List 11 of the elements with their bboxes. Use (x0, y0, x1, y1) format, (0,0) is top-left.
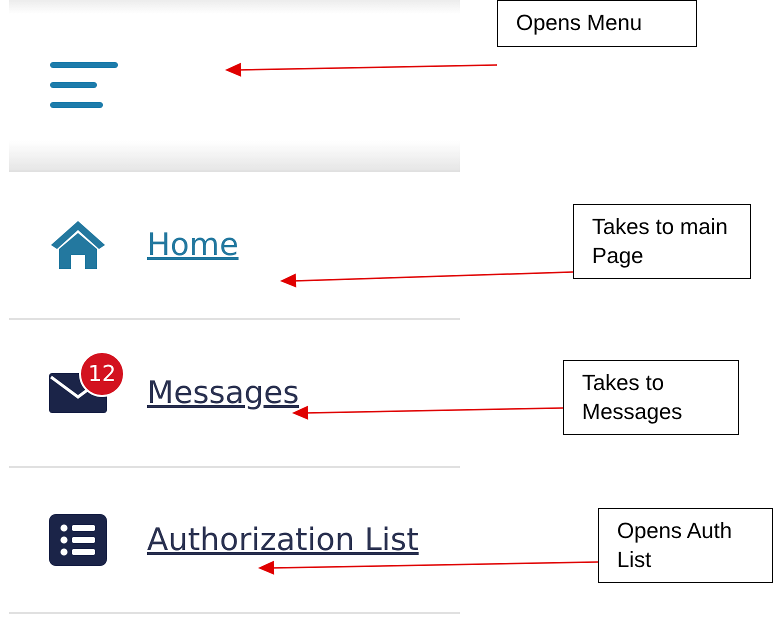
home-icon (49, 219, 107, 271)
callout-box: Takes to main Page (573, 204, 751, 280)
nav-link[interactable]: Home (147, 222, 239, 268)
menu-icon[interactable] (50, 62, 118, 108)
nav-link[interactable]: Authorization List (147, 516, 419, 564)
list-icon (49, 514, 107, 566)
callout-box: Opens Auth List (598, 508, 773, 584)
callout-box: Takes to Messages (563, 360, 739, 436)
nav-link[interactable]: Messages (147, 370, 300, 416)
unread-count: 12 (79, 351, 125, 397)
callout-box: Opens Menu (497, 0, 697, 47)
